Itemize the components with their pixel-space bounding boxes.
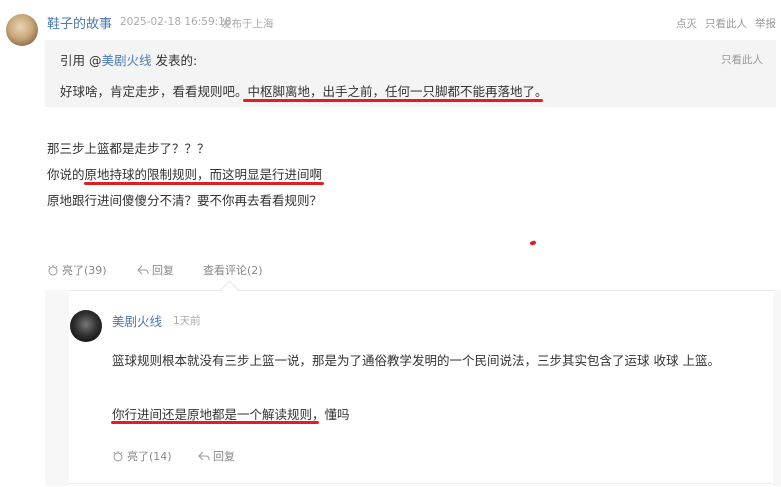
report-button[interactable]: 举报 xyxy=(755,16,776,31)
reply-like-button[interactable]: 亮了(14) xyxy=(112,448,172,464)
reply-text-1: 篮球规则根本就没有三步上篮一说，那是为了通俗教学发明的一个民间说法，三步其实包含… xyxy=(112,353,720,368)
reply-time: 1天前 xyxy=(173,315,201,327)
view-comments-button[interactable]: 查看评论(2) xyxy=(203,262,263,278)
post-body-line-2: 你说的原地持球的限制规则，而这明显是行进间啊 xyxy=(47,167,323,182)
red-underline-annotation xyxy=(111,421,319,424)
red-underline-annotation xyxy=(84,182,324,185)
like-count: 亮了(39) xyxy=(62,264,107,277)
quote-text-part-a: 好球啥，肯定走步，看看规则吧。 xyxy=(60,84,248,99)
like-button[interactable]: 亮了(39) xyxy=(47,262,107,278)
post-body-line-3: 原地跟行进间傻傻分不清？要不你再去看看规则？ xyxy=(47,193,323,208)
reply-username[interactable]: 美剧火线 xyxy=(112,311,162,330)
quote-only-this-user-button[interactable]: 只看此人 xyxy=(721,52,763,67)
like-icon xyxy=(112,450,124,462)
post-body-line-1: 那三步上篮都是走步了？？？ xyxy=(47,141,210,156)
quote-suffix: 发表的: xyxy=(151,53,198,68)
quote-user-link[interactable]: 美剧火线 xyxy=(101,53,151,68)
quote-text-part-b: 中枢脚离地，出手之前，任何一只脚都不能再落地了。 xyxy=(247,84,548,99)
only-this-user-button[interactable]: 只看此人 xyxy=(705,16,747,31)
reply-like-count: 亮了(14) xyxy=(127,450,172,463)
reply-panel-margin xyxy=(45,290,69,486)
reply-label: 回复 xyxy=(152,264,174,277)
post-time: 2025-02-18 16:59:18 xyxy=(120,16,232,28)
divider xyxy=(69,483,772,484)
quote-text: 好球啥，肯定走步，看看规则吧。中枢脚离地，出手之前，任何一只脚都不能再落地了。 xyxy=(60,81,548,100)
like-icon xyxy=(47,264,59,276)
author-username[interactable]: 鞋子的故事 xyxy=(47,13,112,32)
post-location: 发布于上海 xyxy=(221,18,274,30)
reply-icon xyxy=(198,450,210,462)
reply-icon xyxy=(137,264,149,276)
quote-header: 引用 @美剧火线 发表的: xyxy=(60,50,197,69)
red-mark-annotation xyxy=(529,240,537,246)
quote-prefix: 引用 @ xyxy=(60,53,102,68)
reply-reply-label: 回复 xyxy=(213,450,235,463)
reply-panel-margin xyxy=(773,290,781,486)
red-underline-annotation xyxy=(243,99,543,102)
reply-button[interactable]: 回复 xyxy=(137,262,174,278)
reply-avatar[interactable] xyxy=(70,310,102,342)
reply-reply-button[interactable]: 回复 xyxy=(198,448,235,464)
author-avatar[interactable] xyxy=(6,14,38,46)
downvote-button[interactable]: 点灭 xyxy=(676,16,697,31)
